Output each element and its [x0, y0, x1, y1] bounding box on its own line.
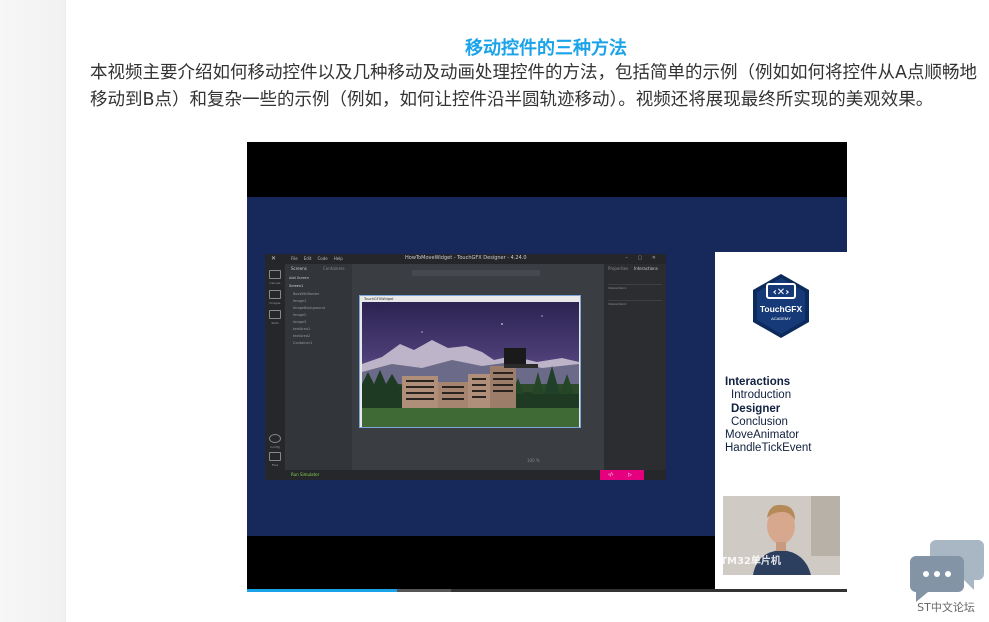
- zoom-level: 100 %: [527, 458, 540, 463]
- add-screen-button: Add Screen: [289, 276, 309, 280]
- files-icon: [269, 452, 281, 461]
- widget-row: Image1: [293, 299, 307, 303]
- simulator-title: TouchGFXWidget: [364, 297, 394, 301]
- tab-containers: Containers: [323, 266, 345, 271]
- tab-interactions: Interactions: [634, 266, 658, 271]
- logo-sub: ACADEMY: [771, 316, 791, 321]
- video-progress-fill: [247, 589, 397, 592]
- canvas-icon: [269, 270, 281, 279]
- toc-item-introduction: Introduction: [731, 389, 792, 402]
- touchgfx-x-icon: ✕: [271, 255, 277, 262]
- interaction-item: Interaction1: [608, 284, 662, 296]
- toc-item-designer: Designer: [731, 402, 781, 415]
- left-gutter: [0, 0, 66, 622]
- designer-window-title: HowToMoveWidget - TouchGFX Designer - 4.…: [405, 255, 527, 261]
- designer-statusbar: Run Simulator ‹/› ▷: [265, 470, 666, 480]
- nav-label-files: Files: [271, 463, 279, 467]
- designer-titlebar: ✕ File Edit Code Help HowToMoveWidget - Tou…: [265, 254, 666, 264]
- svg-text:‹✕›: ‹✕›: [773, 287, 790, 298]
- scene-illustration: [362, 315, 579, 427]
- mountain-scene-image: [362, 302, 579, 427]
- forum-label[interactable]: ST中文论坛: [911, 599, 981, 615]
- logo-brand: TouchGFX: [760, 304, 803, 314]
- article-body: 本视频主要介绍如何移动控件以及几种移动及动画处理控件的方法，包括简单的示例（例如…: [90, 63, 977, 110]
- widget-row: Image2: [293, 313, 307, 317]
- toc-item-moveanimator: MoveAnimator: [725, 429, 800, 442]
- tab-screens: Screens: [291, 266, 307, 271]
- interaction-item: Interaction2: [608, 300, 662, 312]
- video-buffered: [397, 589, 451, 592]
- screens-panel: Screens Containers Add Screen Screen1 Bo…: [285, 264, 352, 470]
- screen1-item: Screen1: [289, 284, 304, 288]
- presenter-webcam: STM32单片机: [723, 496, 840, 575]
- properties-panel: Properties Interactions Interaction1 Int…: [604, 264, 666, 470]
- video-frame: ✕ File Edit Code Help HowToMoveWidget - Tou…: [247, 197, 847, 591]
- widget-row: textArea2: [293, 334, 311, 338]
- video-progress-bar[interactable]: [247, 589, 847, 592]
- toc-item-interactions: Interactions: [725, 376, 791, 388]
- menu-help: Help: [333, 256, 343, 261]
- widget-row: Container1: [293, 341, 313, 345]
- images-icon: [269, 290, 281, 299]
- canvas-toolbar: [412, 270, 540, 276]
- generate-code-icon: ‹/›: [608, 472, 614, 478]
- config-icon: [269, 434, 281, 443]
- toc-item-conclusion: Conclusion: [731, 415, 788, 428]
- toc-list: Interactions Introduction Designer Concl…: [725, 376, 812, 456]
- toc-item-handletickevent: HandleTickEvent: [725, 442, 812, 455]
- widget-row: Image3: [293, 320, 307, 324]
- menu-edit: Edit: [303, 256, 312, 261]
- touchgfx-academy-logo: ‹✕› TouchGFX ACADEMY: [753, 274, 809, 338]
- tab-properties: Properties: [608, 266, 629, 271]
- nav-label-images: Images: [269, 301, 281, 305]
- menu-file: File: [291, 256, 298, 261]
- widget-row: BoxWithBorder: [293, 292, 320, 296]
- nav-label-canvas: Canvas: [269, 281, 281, 285]
- window-controls-icon: – ▢ ✕: [625, 255, 660, 261]
- video-player[interactable]: ✕ File Edit Code Help HowToMoveWidget - Tou…: [247, 142, 847, 592]
- designer-menu: File Edit Code Help: [291, 256, 349, 261]
- run-icon: ▷: [628, 472, 632, 478]
- generate-run-buttons: ‹/› ▷: [600, 470, 644, 480]
- widget-row: textArea1: [293, 327, 311, 331]
- designer-left-nav: Canvas Images Texts Config Files: [265, 264, 285, 480]
- academy-side-panel: ‹✕› TouchGFX ACADEMY Interactions Introd…: [715, 252, 847, 591]
- nav-label-config: Config: [270, 445, 280, 449]
- video-watermark: STM32单片机: [723, 556, 781, 567]
- nav-label-texts: Texts: [271, 321, 279, 325]
- menu-code: Code: [317, 256, 328, 261]
- simulator-window: TouchGFXWidget: [359, 295, 581, 428]
- article-title: 移动控件的三种方法: [465, 38, 627, 59]
- touchgfx-designer-window: ✕ File Edit Code Help HowToMoveWidget - Tou…: [265, 254, 666, 480]
- widget-row: ImageBackground: [293, 306, 325, 310]
- run-simulator-status: Run Simulator: [291, 472, 320, 477]
- texts-icon: [269, 310, 281, 319]
